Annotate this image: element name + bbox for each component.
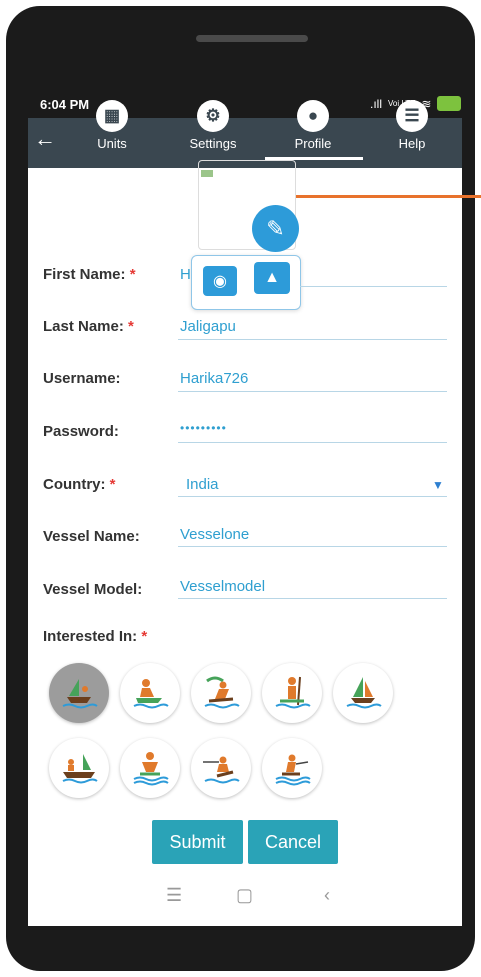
- vessel-model-label: Vessel Model:: [43, 581, 143, 598]
- interest-surfing[interactable]: [120, 738, 180, 798]
- last-name-label: Last Name: *: [43, 318, 134, 335]
- speaker-grille: [196, 35, 308, 42]
- water-skiing-icon: [275, 754, 311, 786]
- units-icon: ▦: [96, 100, 128, 132]
- interested-label-text: Interested In:: [43, 628, 138, 645]
- country-label-text: Country:: [43, 476, 106, 493]
- vessel-name-label: Vessel Name:: [43, 528, 140, 545]
- nav-label-settings: Settings: [189, 136, 237, 151]
- interest-wakeboarding[interactable]: [191, 738, 251, 798]
- gear-icon: ⚙: [197, 100, 229, 132]
- edit-photo-button[interactable]: ✎: [252, 205, 299, 252]
- gallery-button[interactable]: ▲: [254, 262, 290, 294]
- dropdown-arrow-icon[interactable]: ▼: [432, 478, 444, 492]
- fishing-icon: [62, 679, 98, 709]
- interested-label: Interested In: *: [43, 628, 147, 645]
- pencil-icon: ✎: [266, 215, 285, 241]
- required-marker: *: [141, 628, 148, 645]
- required-marker: *: [129, 266, 136, 283]
- first-name-field[interactable]: H: [180, 266, 191, 283]
- interest-fishing[interactable]: [49, 663, 109, 723]
- first-name-label-text: First Name:: [43, 266, 126, 283]
- broken-image-icon: [201, 170, 213, 177]
- back-key-icon[interactable]: ‹: [324, 885, 330, 906]
- sailboat-icon: [346, 677, 382, 709]
- home-key-icon[interactable]: ▢: [236, 885, 253, 906]
- nav-item-settings[interactable]: ⚙ Settings: [178, 100, 248, 151]
- nav-item-units[interactable]: ▦ Units: [77, 100, 147, 151]
- interest-boating[interactable]: [49, 738, 109, 798]
- password-underline: [178, 442, 447, 443]
- back-arrow-icon[interactable]: ←: [34, 126, 56, 152]
- username-label: Username:: [43, 370, 121, 387]
- country-select[interactable]: India: [186, 476, 219, 493]
- nav-label-help: Help: [398, 136, 426, 151]
- wakeboarding-icon: [203, 756, 240, 784]
- gallery-icon: ▲: [264, 269, 280, 286]
- menu-key-icon[interactable]: ☰: [166, 885, 182, 906]
- password-field[interactable]: •••••••••: [180, 421, 227, 435]
- vessel-name-field[interactable]: Vesselone: [180, 526, 249, 543]
- callout-line: [296, 195, 481, 198]
- interest-sailing[interactable]: [333, 663, 393, 723]
- cancel-button[interactable]: Cancel: [248, 820, 338, 864]
- paddleboarding-icon: [275, 676, 311, 709]
- interests-row-2: [49, 738, 322, 798]
- interest-jet-ski[interactable]: [120, 663, 180, 723]
- required-marker: *: [128, 318, 134, 335]
- user-icon: ●: [297, 100, 329, 132]
- submit-button[interactable]: Submit: [152, 820, 243, 864]
- vessel-model-underline: [178, 598, 447, 599]
- nav-label-profile: Profile: [294, 136, 332, 151]
- username-underline: [178, 391, 447, 392]
- first-name-label: First Name: *: [43, 266, 136, 283]
- interests-row-1: [49, 663, 393, 723]
- list-icon: ☰: [396, 100, 428, 132]
- kitesurfing-icon: [204, 676, 240, 709]
- first-name-underline: [300, 286, 447, 287]
- camera-button[interactable]: ◉: [203, 266, 237, 296]
- country-underline: [178, 496, 447, 497]
- interest-water-skiing[interactable]: [262, 738, 322, 798]
- nav-item-profile[interactable]: ● Profile: [278, 100, 348, 151]
- country-label: Country: *: [43, 476, 116, 493]
- vessel-model-field[interactable]: Vesselmodel: [180, 578, 265, 595]
- last-name-field[interactable]: Jaligapu: [180, 318, 236, 335]
- required-marker: *: [109, 476, 116, 493]
- last-name-label-text: Last Name:: [43, 318, 124, 335]
- vessel-name-underline: [178, 546, 447, 547]
- jet-ski-icon: [133, 679, 169, 709]
- last-name-underline: [178, 339, 447, 340]
- surfing-icon: [133, 752, 169, 786]
- camera-icon: ◉: [213, 273, 227, 290]
- username-field[interactable]: Harika726: [180, 370, 248, 387]
- nav-label-units: Units: [97, 136, 127, 151]
- password-label: Password:: [43, 423, 119, 440]
- nav-item-help[interactable]: ☰ Help: [377, 100, 447, 151]
- interest-paddleboarding[interactable]: [262, 663, 322, 723]
- boat-icon: [62, 754, 98, 784]
- interest-kitesurfing[interactable]: [191, 663, 251, 723]
